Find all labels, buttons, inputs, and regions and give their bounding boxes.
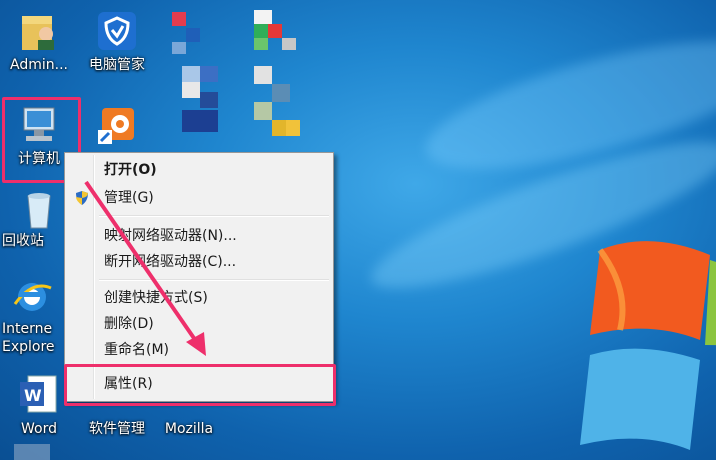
annotation-arrow [84,180,206,356]
desktop: Admin... 电脑管家 计算机 回收站 Interne Explore W [0,0,716,460]
